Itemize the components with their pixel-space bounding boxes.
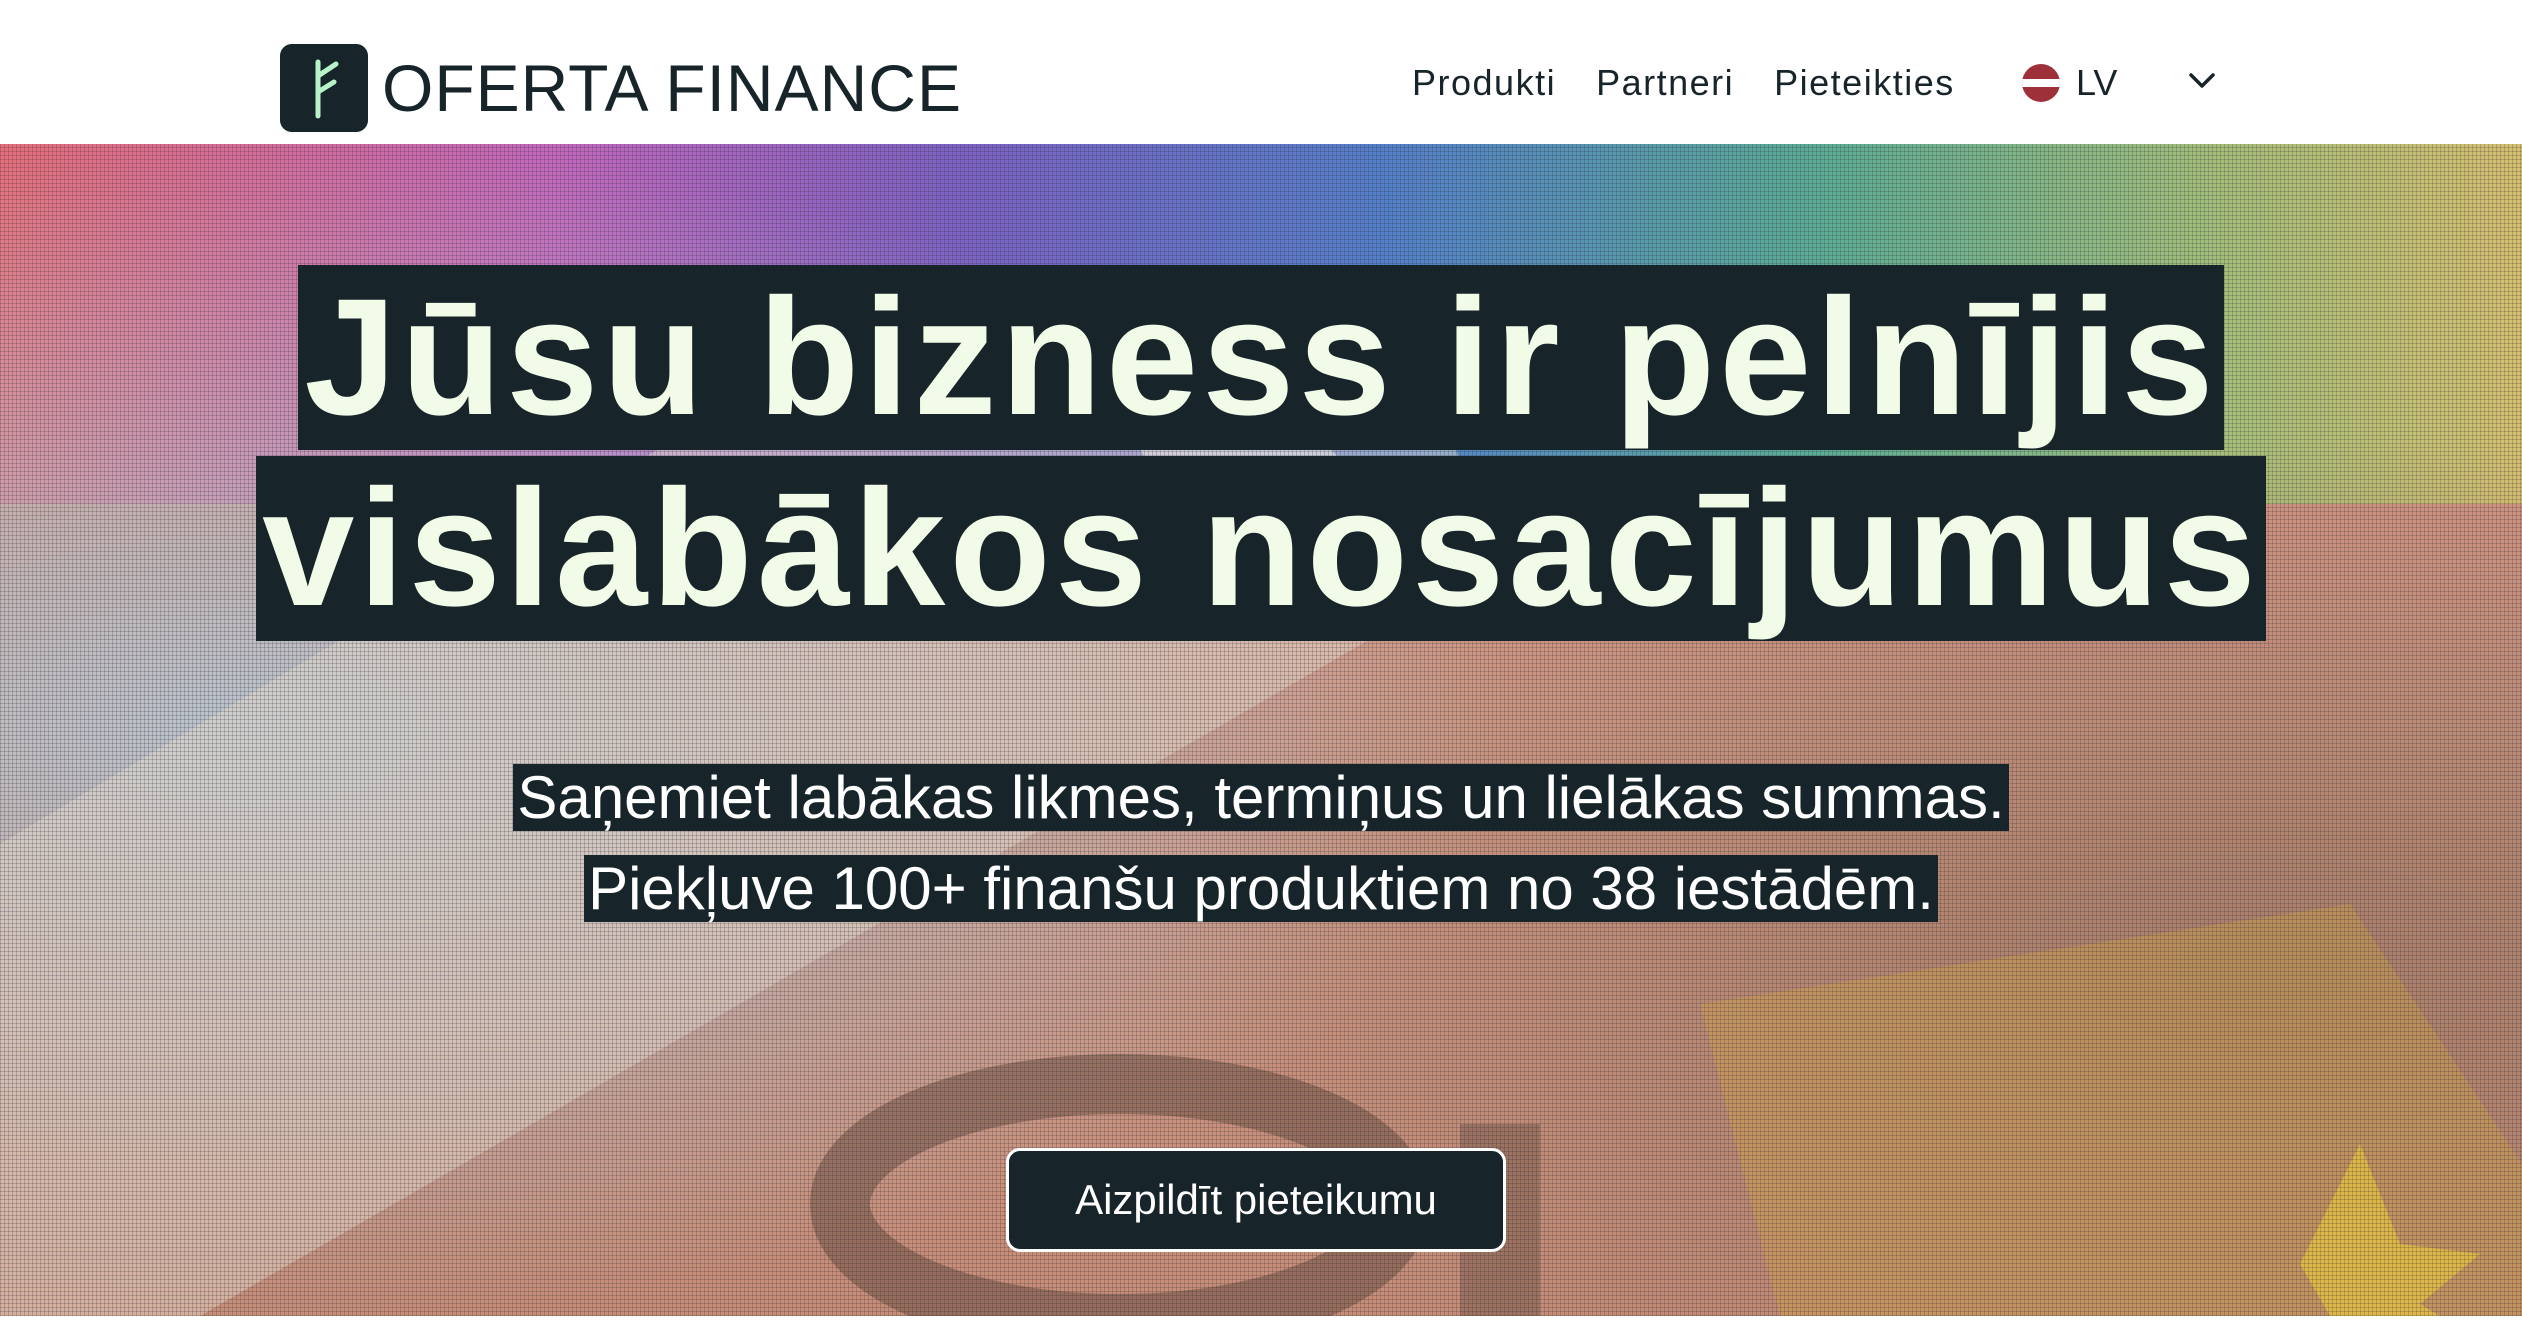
latvia-flag-icon [2022,64,2060,102]
fill-application-button[interactable]: Aizpildīt pieteikumu [1006,1148,1506,1252]
site-header: OFERTA FINANCE Produkti Partneri Pieteik… [0,0,2522,144]
nav-item-pieteikties[interactable]: Pieteikties [1774,62,1955,104]
logo-text: OFERTA FINANCE [382,51,962,125]
hero-bottom-edge [0,1316,2522,1324]
nav-item-produkti[interactable]: Produkti [1412,62,1556,104]
language-selector[interactable]: LV [2022,62,2117,104]
subtext-line-1: Saņemiet labākas likmes, termiņus un lie… [513,764,2009,831]
chevron-down-icon[interactable] [2188,72,2216,90]
oferta-logo-icon [280,44,368,132]
main-nav: Produkti Partneri Pieteikties [1412,62,1955,104]
hero-subtext: Saņemiet labākas likmes, termiņus un lie… [0,752,2522,934]
nav-item-partneri[interactable]: Partneri [1596,62,1734,104]
language-code: LV [2076,62,2118,103]
headline-line-2: vislabākos nosacījumus [256,456,2266,641]
headline-line-1: Jūsu bizness ir pelnījis [298,265,2224,450]
hero-headline: Jūsu bizness ir pelnījis vislabākos nosa… [0,262,2522,644]
subtext-line-2: Piekļuve 100+ finanšu produktiem no 38 i… [584,855,1938,922]
logo-link[interactable]: OFERTA FINANCE [280,44,962,132]
